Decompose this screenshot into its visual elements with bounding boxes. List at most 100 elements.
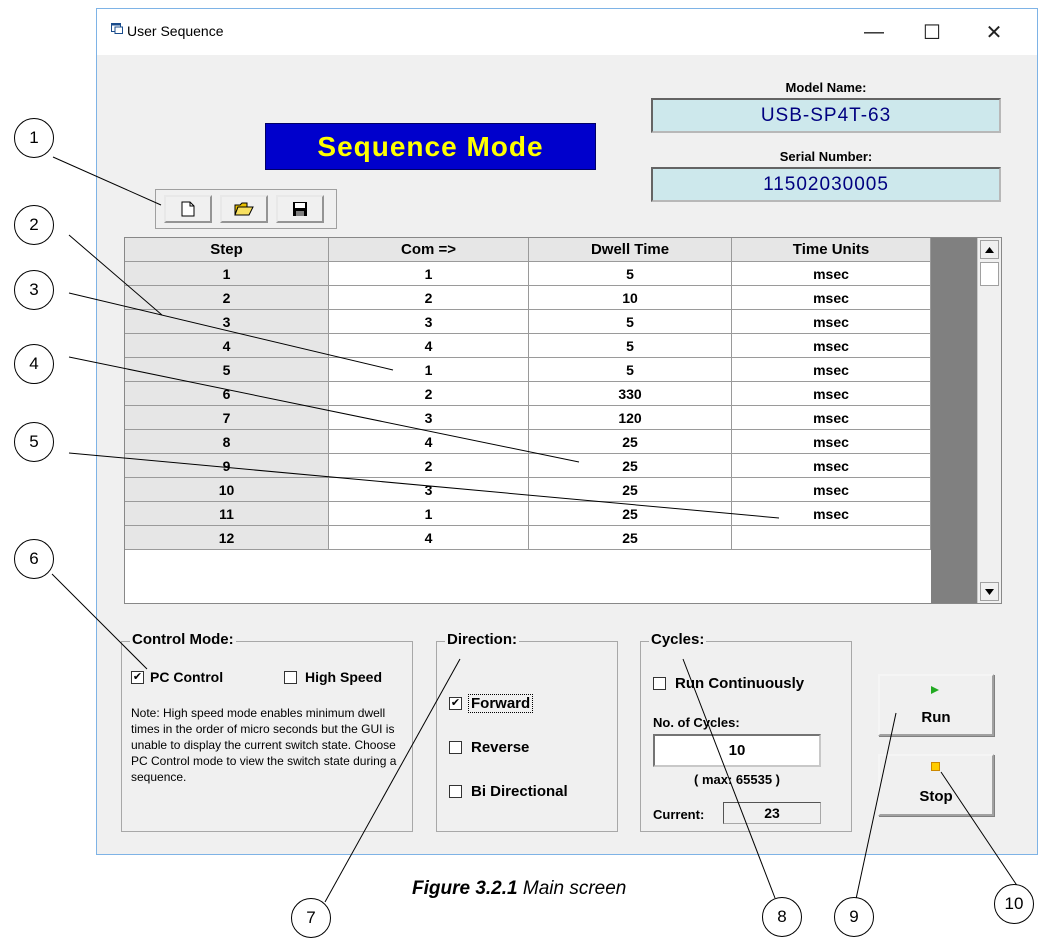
save-button[interactable] [276, 195, 324, 223]
bidirectional-check[interactable] [449, 785, 462, 798]
maximize-button[interactable]: ☐ [909, 9, 955, 55]
com-cell[interactable]: 2 [329, 286, 529, 310]
com-cell[interactable]: 4 [329, 430, 529, 454]
forward-checkbox[interactable]: ✔ Forward [449, 694, 534, 713]
table-row[interactable]: 12 4 25 [125, 526, 931, 550]
dwell-cell[interactable]: 120 [529, 406, 732, 430]
table-row[interactable]: 9 2 25 msec [125, 454, 931, 478]
forward-check[interactable]: ✔ [449, 697, 462, 710]
table-row[interactable]: 8 4 25 msec [125, 430, 931, 454]
table-row[interactable]: 1 1 5 msec [125, 262, 931, 286]
com-cell[interactable]: 2 [329, 382, 529, 406]
table-row[interactable]: 5 1 5 msec [125, 358, 931, 382]
step-cell: 7 [125, 406, 329, 430]
step-cell: 11 [125, 502, 329, 526]
current-label: Current: [653, 807, 705, 822]
reverse-check[interactable] [449, 741, 462, 754]
caption-text: Main screen [517, 878, 627, 899]
stop-icon [931, 762, 940, 771]
sequence-grid[interactable]: Step Com => Dwell Time Time Units 1 1 5 … [124, 237, 1002, 604]
com-cell[interactable]: 3 [329, 478, 529, 502]
high-speed-checkbox[interactable]: High Speed [284, 669, 382, 685]
dwell-cell[interactable]: 25 [529, 526, 732, 550]
dwell-cell[interactable]: 25 [529, 478, 732, 502]
current-cycle-value: 23 [723, 802, 821, 824]
com-cell[interactable]: 3 [329, 310, 529, 334]
file-toolbar [155, 189, 337, 229]
open-folder-icon [234, 202, 254, 216]
table-row[interactable]: 2 2 10 msec [125, 286, 931, 310]
step-cell: 10 [125, 478, 329, 502]
forward-label: Forward [468, 694, 534, 713]
new-button[interactable] [164, 195, 212, 223]
units-cell[interactable] [732, 526, 931, 550]
run-continuously-checkbox[interactable]: Run Continuously [653, 675, 804, 692]
high-speed-note: Note: High speed mode enables minimum dw… [131, 706, 397, 784]
units-cell[interactable]: msec [732, 310, 931, 334]
stop-label: Stop [919, 788, 953, 805]
dwell-cell[interactable]: 5 [529, 358, 732, 382]
step-cell: 6 [125, 382, 329, 406]
com-cell[interactable]: 2 [329, 454, 529, 478]
units-cell[interactable]: msec [732, 502, 931, 526]
units-cell[interactable]: msec [732, 478, 931, 502]
stop-button[interactable]: Stop [878, 754, 994, 816]
dwell-cell[interactable]: 25 [529, 430, 732, 454]
title-bar[interactable]: User Sequence — ☐ ✕ [97, 9, 1037, 55]
dwell-cell[interactable]: 10 [529, 286, 732, 310]
grid-scrollbar[interactable] [977, 238, 1001, 603]
high-speed-check[interactable] [284, 670, 297, 684]
dwell-cell[interactable]: 25 [529, 454, 732, 478]
control-mode-group: Control Mode: ✔ PC Control High Speed No… [121, 631, 413, 832]
table-row[interactable]: 10 3 25 msec [125, 478, 931, 502]
pc-control-check[interactable]: ✔ [131, 670, 144, 684]
com-cell[interactable]: 4 [329, 334, 529, 358]
dwell-cell[interactable]: 5 [529, 262, 732, 286]
step-cell: 8 [125, 430, 329, 454]
table-row[interactable]: 4 4 5 msec [125, 334, 931, 358]
dwell-cell[interactable]: 25 [529, 502, 732, 526]
table-row[interactable]: 3 3 5 msec [125, 310, 931, 334]
units-cell[interactable]: msec [732, 358, 931, 382]
com-cell[interactable]: 4 [329, 526, 529, 550]
direction-title: Direction: [445, 631, 520, 648]
minimize-button[interactable]: — [851, 9, 897, 55]
bidirectional-checkbox[interactable]: Bi Directional [449, 783, 568, 800]
table-row[interactable]: 7 3 120 msec [125, 406, 931, 430]
com-cell[interactable]: 1 [329, 502, 529, 526]
open-button[interactable] [220, 195, 268, 223]
units-cell[interactable]: msec [732, 286, 931, 310]
table-row[interactable]: 11 1 25 msec [125, 502, 931, 526]
com-cell[interactable]: 3 [329, 406, 529, 430]
scroll-up-button[interactable] [980, 240, 999, 259]
units-cell[interactable]: msec [732, 262, 931, 286]
no-cycles-label: No. of Cycles: [653, 715, 740, 730]
dwell-cell[interactable]: 5 [529, 334, 732, 358]
units-cell[interactable]: msec [732, 430, 931, 454]
scroll-down-button[interactable] [980, 582, 999, 601]
dwell-cell[interactable]: 5 [529, 310, 732, 334]
units-cell[interactable]: msec [732, 454, 931, 478]
pc-control-checkbox[interactable]: ✔ PC Control [131, 669, 223, 685]
header-com: Com => [329, 238, 529, 262]
no-cycles-input[interactable]: 10 [653, 734, 821, 767]
dwell-cell[interactable]: 330 [529, 382, 732, 406]
close-button[interactable]: ✕ [971, 9, 1017, 55]
units-cell[interactable]: msec [732, 382, 931, 406]
units-cell[interactable]: msec [732, 406, 931, 430]
com-cell[interactable]: 1 [329, 358, 529, 382]
callout-2: 2 [14, 205, 54, 245]
step-cell: 4 [125, 334, 329, 358]
units-cell[interactable]: msec [732, 334, 931, 358]
run-button[interactable]: Run [878, 674, 994, 736]
grid-empty-area [931, 238, 977, 603]
com-cell[interactable]: 1 [329, 262, 529, 286]
max-cycles-text: ( max: 65535 ) [694, 772, 780, 787]
table-row[interactable]: 6 2 330 msec [125, 382, 931, 406]
reverse-checkbox[interactable]: Reverse [449, 739, 529, 756]
app-icon [111, 23, 123, 34]
scroll-thumb[interactable] [980, 262, 999, 286]
run-continuously-check[interactable] [653, 677, 666, 690]
model-name-label: Model Name: [785, 80, 867, 95]
caption-figure-number: Figure 3.2.1 [412, 878, 518, 899]
